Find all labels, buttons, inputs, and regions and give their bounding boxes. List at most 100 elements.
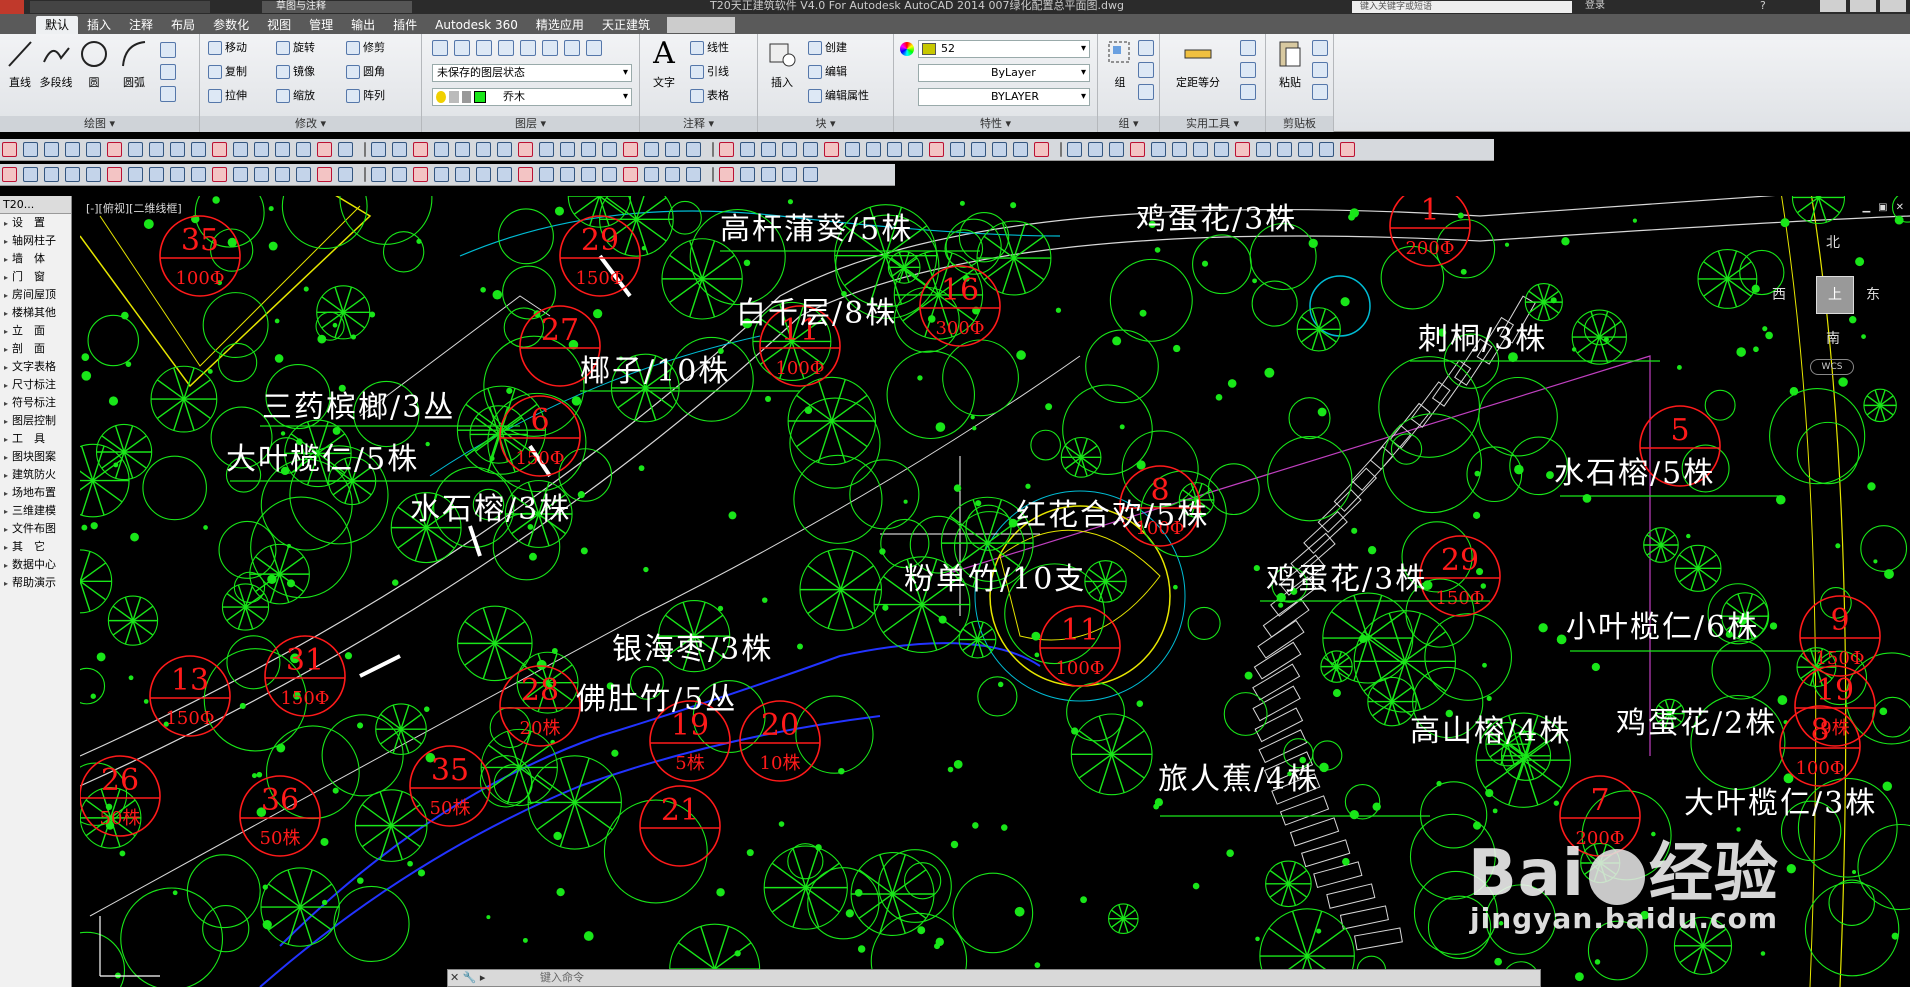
tb2-tool-icon-29[interactable] [602, 167, 617, 182]
compass-south[interactable]: 南 [1826, 328, 1840, 348]
palette-item[interactable]: 剖 面 [0, 340, 71, 358]
tb2-tool-icon-6[interactable] [128, 167, 143, 182]
table-button[interactable]: 表格 [690, 86, 729, 106]
tb1-tool-icon-54[interactable] [1109, 142, 1124, 157]
wcs-menu[interactable]: WCS [1810, 359, 1854, 375]
tb2-tool-icon-16[interactable] [338, 167, 353, 182]
tb1-tool-icon-3[interactable] [65, 142, 80, 157]
tab-layout[interactable]: 布局 [162, 16, 204, 34]
tb1-tool-icon-42[interactable] [866, 142, 881, 157]
properties-panel-title[interactable]: 特性 ▾ [894, 116, 1097, 132]
tb1-tool-icon-6[interactable] [128, 142, 143, 157]
login-button[interactable]: 登录 [1585, 0, 1605, 12]
palette-item[interactable]: 立 面 [0, 322, 71, 340]
palette-item[interactable]: 楼梯其他 [0, 304, 71, 322]
tb1-tool-icon-2[interactable] [44, 142, 59, 157]
tb1-tool-icon-0[interactable] [2, 142, 17, 157]
tb2-tool-icon-25[interactable] [518, 167, 533, 182]
tb2-tool-icon-38[interactable] [782, 167, 797, 182]
tb1-tool-icon-30[interactable] [623, 142, 638, 157]
mirror-button[interactable]: 镜像 [276, 62, 315, 82]
tb1-tool-icon-19[interactable] [392, 142, 407, 157]
viewport-minimize-icon[interactable]: ▁ [1862, 202, 1870, 213]
tb1-tool-icon-1[interactable] [23, 142, 38, 157]
maximize-button[interactable] [1850, 0, 1876, 12]
workspace-switcher[interactable]: 草图与注释 [262, 1, 412, 13]
tb2-tool-icon-36[interactable] [740, 167, 755, 182]
help-search-input[interactable]: 键入关键字或短语 [1352, 1, 1572, 13]
tb2-tool-icon-23[interactable] [476, 167, 491, 182]
tb1-tool-icon-62[interactable] [1277, 142, 1292, 157]
tb1-tool-icon-48[interactable] [992, 142, 1007, 157]
insert-block-button[interactable]: 插入 [762, 38, 802, 90]
tb1-tool-icon-41[interactable] [845, 142, 860, 157]
tb1-tool-icon-50[interactable] [1034, 142, 1049, 157]
rectangle-icon[interactable] [160, 42, 176, 58]
create-block-button[interactable]: 创建 [808, 38, 847, 58]
tb1-tool-icon-20[interactable] [413, 142, 428, 157]
palette-item[interactable]: 建筑防火 [0, 466, 71, 484]
copy-clip-icon[interactable] [1312, 62, 1328, 78]
tb2-tool-icon-8[interactable] [170, 167, 185, 182]
annotation-panel-title[interactable]: 注释 ▾ [640, 116, 757, 132]
viewport-controls-label[interactable]: [-][俯视][二维线框] [86, 200, 182, 216]
application-menu-button[interactable] [0, 0, 24, 14]
tb1-tool-icon-12[interactable] [254, 142, 269, 157]
tb2-tool-icon-39[interactable] [803, 167, 818, 182]
layer-off-icon[interactable] [454, 40, 470, 56]
palette-item[interactable]: 房间屋顶 [0, 286, 71, 304]
palette-item[interactable]: 轴网柱子 [0, 232, 71, 250]
tb2-tool-icon-3[interactable] [65, 167, 80, 182]
array-button[interactable]: 阵列 [346, 86, 385, 106]
lineweight-dropdown[interactable]: BYLAYER [918, 88, 1090, 106]
tb2-tool-icon-12[interactable] [254, 167, 269, 182]
tb2-tool-icon-28[interactable] [581, 167, 596, 182]
tb1-tool-icon-37[interactable] [761, 142, 776, 157]
trim-button[interactable]: 修剪 [346, 38, 385, 58]
copy-base-icon[interactable] [1312, 84, 1328, 100]
tb1-tool-icon-60[interactable] [1235, 142, 1250, 157]
group-edit-icon[interactable] [1138, 62, 1154, 78]
tb1-tool-icon-32[interactable] [665, 142, 680, 157]
draw-panel-title[interactable]: 绘图 ▾ [0, 116, 199, 132]
tb2-tool-icon-9[interactable] [191, 167, 206, 182]
tb2-tool-icon-35[interactable] [719, 167, 734, 182]
tb1-tool-icon-36[interactable] [740, 142, 755, 157]
clipboard-panel-title[interactable]: 剪贴板 [1266, 116, 1333, 132]
palette-item[interactable]: 门 窗 [0, 268, 71, 286]
block-panel-title[interactable]: 块 ▾ [758, 116, 893, 132]
palette-item[interactable]: 文件布图 [0, 520, 71, 538]
tab-output[interactable]: 输出 [342, 16, 384, 34]
tb2-tool-icon-31[interactable] [644, 167, 659, 182]
tb1-tool-icon-8[interactable] [170, 142, 185, 157]
tb1-tool-icon-39[interactable] [803, 142, 818, 157]
tb1-tool-icon-18[interactable] [371, 142, 386, 157]
palette-item[interactable]: 尺寸标注 [0, 376, 71, 394]
arc-button[interactable]: 圆弧 [114, 38, 154, 90]
group-button[interactable]: 组 [1100, 38, 1140, 90]
tb1-tool-icon-4[interactable] [86, 142, 101, 157]
ungroup-icon[interactable] [1138, 40, 1154, 56]
command-line-icons[interactable]: ✕ 🔧 ▸ [450, 970, 485, 986]
tb1-tool-icon-7[interactable] [149, 142, 164, 157]
viewport-close-icon[interactable]: ✕ [1896, 202, 1904, 213]
quick-access-toolbar[interactable] [30, 1, 210, 13]
palette-item[interactable]: 三维建模 [0, 502, 71, 520]
tb2-tool-icon-30[interactable] [623, 167, 638, 182]
close-button[interactable] [1880, 0, 1906, 12]
tb1-tool-icon-10[interactable] [212, 142, 227, 157]
tb1-tool-icon-16[interactable] [338, 142, 353, 157]
scale-button[interactable]: 缩放 [276, 86, 315, 106]
edit-attributes-button[interactable]: 编辑属性 [808, 86, 869, 106]
tab-plugins[interactable]: 插件 [384, 16, 426, 34]
tb1-tool-icon-14[interactable] [296, 142, 311, 157]
compass-north[interactable]: 北 [1826, 232, 1840, 252]
command-line[interactable]: ✕ 🔧 ▸ 键入命令 [447, 969, 1541, 987]
tb2-tool-icon-5[interactable] [107, 167, 122, 182]
compass-west[interactable]: 西 [1772, 284, 1786, 304]
measure-button[interactable]: 定距等分 [1168, 38, 1228, 90]
help-icon[interactable]: ? [1760, 0, 1766, 12]
rotate-button[interactable]: 旋转 [276, 38, 315, 58]
tab-manage[interactable]: 管理 [300, 16, 342, 34]
tb2-tool-icon-10[interactable] [212, 167, 227, 182]
